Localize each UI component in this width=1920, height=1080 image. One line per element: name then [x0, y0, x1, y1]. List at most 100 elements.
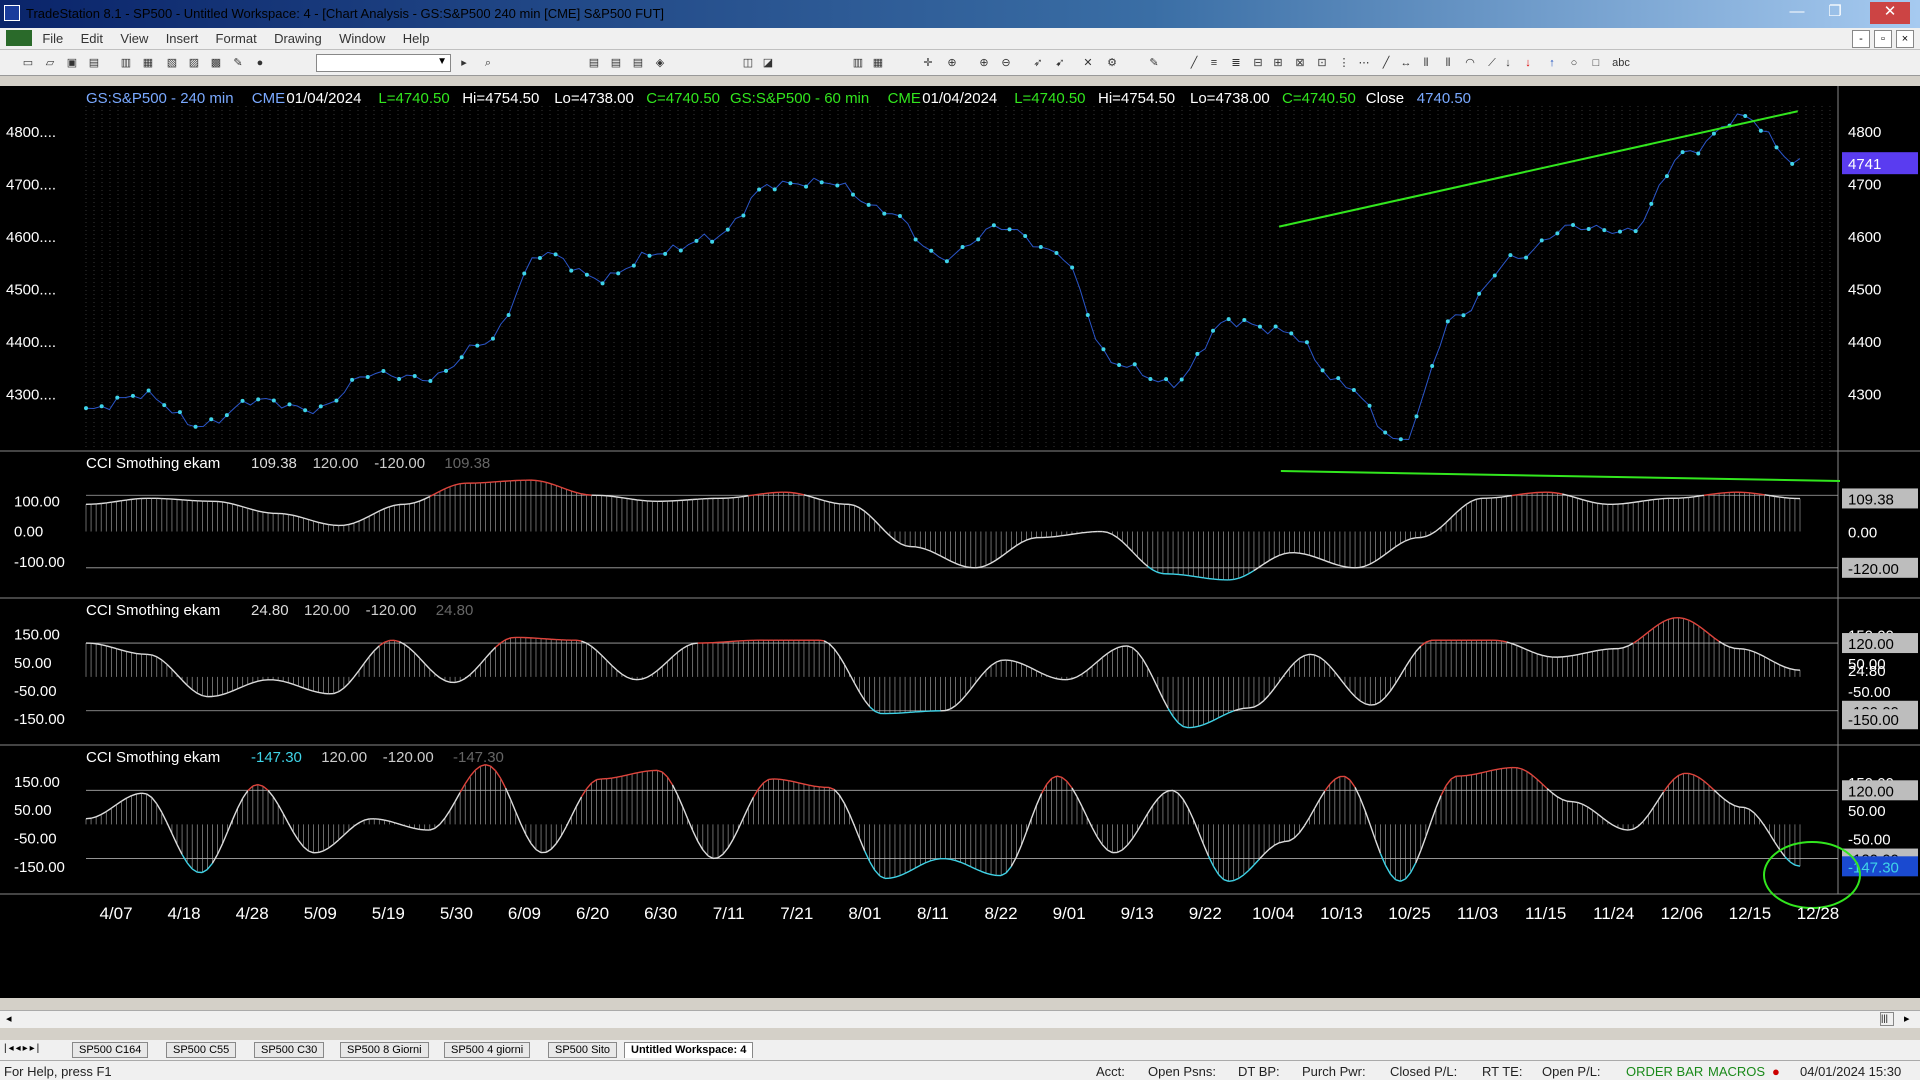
tab-sp500-c164[interactable]: SP500 C164	[72, 1042, 149, 1058]
copy-icon[interactable]: ▤	[86, 55, 102, 71]
cci-line-segment	[864, 510, 871, 517]
menu-file[interactable]: File	[35, 28, 70, 49]
lines-icon-7[interactable]: ⋮	[1336, 55, 1352, 71]
lines-icon-2[interactable]: ≣	[1228, 55, 1244, 71]
price-point	[475, 343, 480, 348]
cci-line-segment	[1476, 772, 1482, 775]
menu-view[interactable]: View	[113, 28, 155, 49]
draw-icon[interactable]: ✎	[1146, 55, 1162, 71]
tools-icon-2[interactable]: ⚙	[1104, 55, 1120, 71]
cci-line-segment	[394, 639, 400, 643]
chart-area[interactable]: GS:S&P500 - 240 min CME 01/04/2024 L=4740.5…	[0, 86, 1920, 998]
macros-button[interactable]: MACROS	[1708, 1064, 1765, 1079]
cci-line-segment	[454, 680, 461, 684]
cci-line-segment	[1653, 498, 1659, 501]
tab-sp500-8-giorni[interactable]: SP500 8 Giorni	[340, 1042, 429, 1058]
header-item: Lo=4738.00	[554, 90, 634, 107]
cci-line-segment	[626, 497, 633, 500]
order-bar-button[interactable]: ORDER BAR	[1626, 1064, 1703, 1079]
chart-tool-icon-2[interactable]: ▤	[608, 55, 624, 71]
tab-untitled-workspace-4[interactable]: Untitled Workspace: 4	[624, 1042, 754, 1058]
tab-sp500-c30[interactable]: SP500 C30	[254, 1042, 325, 1058]
chart-tool-icon-6[interactable]: ◪	[760, 55, 776, 71]
paint-icon[interactable]: ✎	[230, 55, 246, 71]
tab-sp500-c55[interactable]: SP500 C55	[166, 1042, 237, 1058]
cci-line-segment	[1662, 784, 1670, 793]
cci-line-segment	[1142, 658, 1149, 669]
lines-icon-3[interactable]: ⊟	[1250, 55, 1266, 71]
scroll-right-icon[interactable]: ▸	[1904, 1012, 1910, 1025]
arrow-down-icon[interactable]: ↓	[1500, 55, 1516, 71]
print-icon[interactable]: ▥	[118, 55, 134, 71]
mdi-minimize-button[interactable]: -	[1852, 30, 1870, 48]
price-point	[99, 404, 104, 409]
menu-format[interactable]: Format	[209, 28, 264, 49]
symbol-combo[interactable]: ▼	[316, 54, 451, 72]
color-icon[interactable]: ●	[252, 55, 268, 71]
tab-sp500-sito[interactable]: SP500 Sito	[548, 1042, 618, 1058]
open-icon[interactable]: ▱	[42, 55, 58, 71]
minimize-button[interactable]: —	[1784, 2, 1810, 24]
chart-tool-icon-5[interactable]: ◫	[740, 55, 756, 71]
menu-window[interactable]: Window	[332, 28, 392, 49]
tab-sp500-4-giorni[interactable]: SP500 4 giorni	[444, 1042, 531, 1058]
mdi-close-button[interactable]: ×	[1896, 30, 1914, 48]
cci-line-segment	[323, 522, 329, 526]
lines-icon[interactable]: ≡	[1206, 55, 1222, 71]
arc-icon[interactable]: ◠	[1462, 55, 1478, 71]
menu-drawing[interactable]: Drawing	[267, 28, 329, 49]
lines-icon-6[interactable]: ⊡	[1314, 55, 1330, 71]
mdi-restore-button[interactable]: ▫	[1874, 30, 1892, 48]
fib-icon-2[interactable]: ⫴	[1440, 55, 1456, 71]
zoom-out-icon[interactable]: ⊖	[998, 55, 1014, 71]
ellipse-icon[interactable]: ○	[1566, 55, 1582, 71]
tools-icon[interactable]: ✕	[1080, 55, 1096, 71]
bar-chart-icon-2[interactable]: ▦	[870, 55, 886, 71]
cci-line-segment	[1248, 569, 1255, 575]
pointer-icon-2[interactable]: ➹	[1052, 55, 1068, 71]
menu-insert[interactable]: Insert	[159, 28, 206, 49]
lock-icon[interactable]: ▩	[208, 55, 224, 71]
menu-help[interactable]: Help	[396, 28, 437, 49]
print-preview-icon[interactable]: ▦	[140, 55, 156, 71]
cci-line-segment	[1713, 492, 1720, 495]
zoom-in-icon-2[interactable]: ⊕	[976, 55, 992, 71]
new-icon[interactable]: ▭	[20, 55, 36, 71]
chart-svg[interactable]: GS:S&P500 - 240 min CME 01/04/2024 L=4740.5…	[0, 86, 1920, 998]
save-icon[interactable]: ▣	[64, 55, 80, 71]
trendline-icon[interactable]: ╱	[1186, 55, 1202, 71]
blue-arrow-icon[interactable]: ↑	[1544, 55, 1560, 71]
scroll-thumb[interactable]: |||	[1880, 1012, 1894, 1026]
arrows-icon[interactable]: ↔	[1398, 55, 1414, 71]
cci-line-segment	[90, 642, 97, 645]
fan-icon[interactable]: ⟋	[1484, 55, 1500, 71]
close-button[interactable]: ✕	[1870, 2, 1910, 24]
chart-tool-icon-3[interactable]: ▤	[630, 55, 646, 71]
lines-icon-4[interactable]: ⊞	[1270, 55, 1286, 71]
layout-icon[interactable]: ▧	[164, 55, 180, 71]
zoom-in-icon[interactable]: ⊕	[944, 55, 960, 71]
tab-nav-icon[interactable]: |◂◂▸▸|	[4, 1043, 41, 1054]
lines-icon-5[interactable]: ⊠	[1292, 55, 1308, 71]
cci-line-segment	[1364, 810, 1371, 826]
fib-icon[interactable]: ⫴	[1418, 55, 1434, 71]
chart-tool-icon-4[interactable]: ◈	[652, 55, 668, 71]
scroll-left-icon[interactable]: ◂	[6, 1012, 12, 1025]
maximize-button[interactable]: ❐	[1822, 2, 1848, 24]
menu-edit[interactable]: Edit	[74, 28, 110, 49]
crosshair-icon[interactable]: ✛	[920, 55, 936, 71]
bar-chart-icon[interactable]: ▥	[850, 55, 866, 71]
go-arrow-icon[interactable]: ▸	[456, 55, 472, 71]
find-icon[interactable]: ⌕	[480, 55, 496, 71]
trendline-icon-2[interactable]: ╱	[1378, 55, 1394, 71]
rectangle-icon[interactable]: □	[1588, 55, 1604, 71]
cci-right-label: -150.00	[1848, 712, 1899, 729]
chart-tool-icon[interactable]: ▤	[586, 55, 602, 71]
pointer-icon[interactable]: ➶	[1030, 55, 1046, 71]
cci-line-segment	[1779, 496, 1785, 499]
lines-icon-8[interactable]: ⋯	[1356, 55, 1372, 71]
red-arrow-icon[interactable]: ↓	[1520, 55, 1536, 71]
window-icon[interactable]: ▨	[186, 55, 202, 71]
text-icon[interactable]: abc	[1610, 55, 1632, 71]
horizontal-scrollbar[interactable]: ◂ ||| ▸	[0, 1010, 1920, 1028]
